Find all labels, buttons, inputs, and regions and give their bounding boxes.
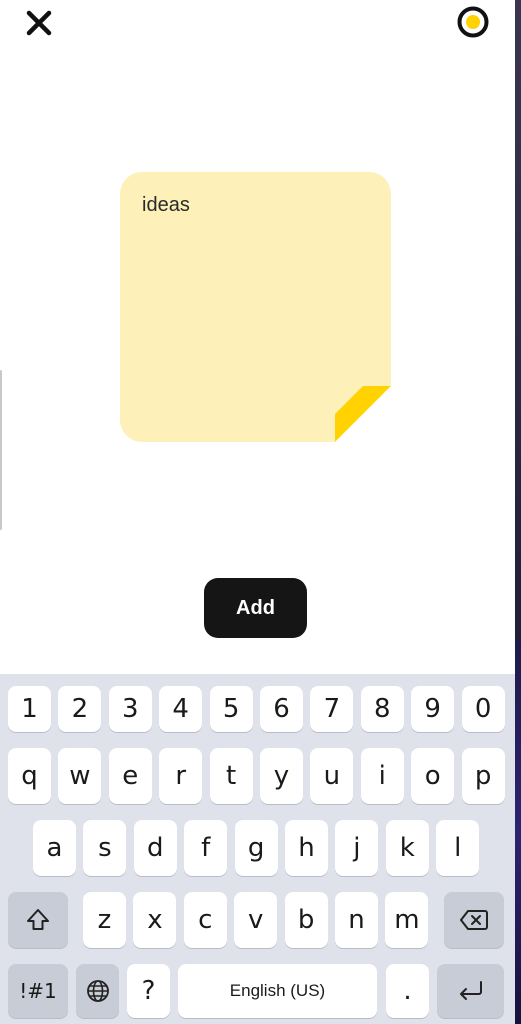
key-k[interactable]: k <box>385 820 429 876</box>
key-5[interactable]: 5 <box>209 686 253 732</box>
backspace-key[interactable] <box>444 892 504 948</box>
sticky-note[interactable]: ideas <box>120 172 391 442</box>
key-g[interactable]: g <box>234 820 278 876</box>
note-editor-screen: ideas Add 1234567890 qwertyuiop asdfghjkl z… <box>0 0 515 1024</box>
key-r[interactable]: r <box>159 748 203 804</box>
close-icon <box>26 10 52 36</box>
key-q[interactable]: q <box>8 748 51 804</box>
key-o[interactable]: o <box>411 748 455 804</box>
key-s[interactable]: s <box>83 820 127 876</box>
enter-icon <box>459 981 482 1000</box>
key-h[interactable]: h <box>285 820 328 876</box>
key-6[interactable]: 6 <box>260 686 303 732</box>
key-4[interactable]: 4 <box>159 686 203 732</box>
side-drag-handle[interactable] <box>0 370 2 530</box>
key-d[interactable]: d <box>133 820 177 876</box>
period-key[interactable]: . <box>386 964 429 1018</box>
globe-key[interactable] <box>76 964 119 1018</box>
key-f[interactable]: f <box>184 820 228 876</box>
key-i[interactable]: i <box>360 748 404 804</box>
key-y[interactable]: y <box>260 748 303 804</box>
key-z[interactable]: z <box>83 892 126 948</box>
key-1[interactable]: 1 <box>8 686 51 732</box>
note-fold-corner <box>335 386 391 442</box>
key-0[interactable]: 0 <box>461 686 505 732</box>
key-v[interactable]: v <box>234 892 278 948</box>
enter-key[interactable] <box>437 964 504 1018</box>
space-key[interactable]: English (US) <box>178 964 377 1018</box>
background-edge <box>515 0 521 1024</box>
key-9[interactable]: 9 <box>411 686 455 732</box>
question-key[interactable]: ? <box>127 964 170 1018</box>
symbols-key[interactable]: !#1 <box>8 964 68 1018</box>
key-b[interactable]: b <box>284 892 328 948</box>
key-l[interactable]: l <box>436 820 480 876</box>
backspace-icon <box>460 910 488 930</box>
color-dot-icon <box>457 6 489 38</box>
globe-icon <box>86 980 109 1002</box>
key-3[interactable]: 3 <box>108 686 152 732</box>
key-m[interactable]: m <box>385 892 429 948</box>
key-t[interactable]: t <box>209 748 253 804</box>
key-7[interactable]: 7 <box>310 686 354 732</box>
key-p[interactable]: p <box>461 748 505 804</box>
shift-icon <box>27 909 49 930</box>
key-u[interactable]: u <box>310 748 354 804</box>
key-c[interactable]: c <box>183 892 227 948</box>
key-a[interactable]: a <box>33 820 76 876</box>
key-w[interactable]: w <box>58 748 102 804</box>
color-picker-button[interactable] <box>457 6 489 38</box>
close-button[interactable] <box>24 8 54 38</box>
key-j[interactable]: j <box>335 820 379 876</box>
key-x[interactable]: x <box>133 892 177 948</box>
key-2[interactable]: 2 <box>58 686 102 732</box>
note-text[interactable]: ideas <box>142 194 190 217</box>
add-button[interactable]: Add <box>204 578 307 638</box>
key-8[interactable]: 8 <box>360 686 404 732</box>
on-screen-keyboard: 1 2 3 4 5 6 7 8 9 0 q w e r t y u i o p a s d f g h j k l z x c v b n m !#1?… <box>0 674 515 1024</box>
shift-key[interactable] <box>8 892 68 948</box>
key-e[interactable]: e <box>108 748 152 804</box>
key-n[interactable]: n <box>335 892 378 948</box>
